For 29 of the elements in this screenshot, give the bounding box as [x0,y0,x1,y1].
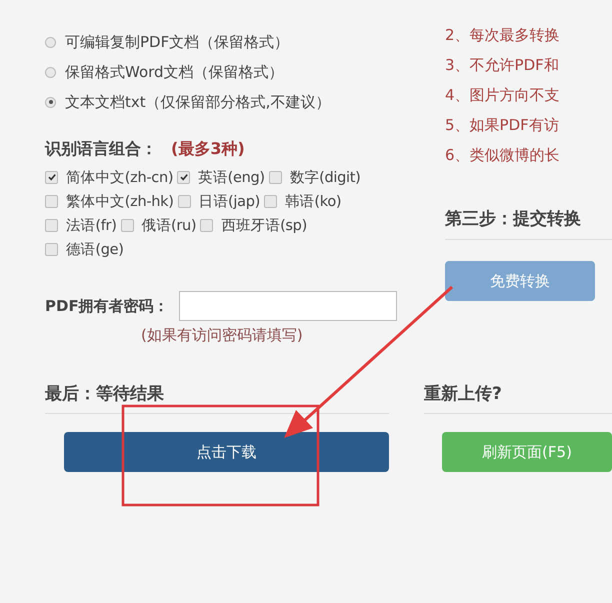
language-checkbox[interactable]: 法语(fr) [45,214,117,236]
radio-option[interactable]: 文本文档txt（仅保留部分格式,不建议） [45,91,400,113]
language-checkbox[interactable]: 英语(eng) [177,166,265,188]
language-checkbox[interactable]: 俄语(ru) [120,214,196,236]
language-checkbox[interactable]: 繁体中文(zh-hk) [45,190,174,212]
language-checkbox[interactable]: 韩语(ko) [264,190,342,212]
check-icon [46,172,56,182]
rule-note: 4、图片方向不支 [445,85,561,106]
rule-note: 6、类似微博的长 [445,145,561,166]
section-heading: 第三步：提交转换 [445,208,582,230]
language-checkbox[interactable]: 简体中文(zh-cn) [45,166,174,188]
language-checkbox[interactable]: 德语(ge) [45,238,124,260]
section-heading: 最后：等待结果 [45,383,165,405]
check-icon [178,172,189,182]
download-button[interactable]: 点击下载 [64,432,389,472]
rule-note: 2、每次最多转换 [445,25,561,46]
password-field[interactable] [178,291,397,321]
radio-option[interactable]: 保留格式Word文档（保留格式） [45,61,400,83]
language-checkbox[interactable]: 数字(digit) [268,166,361,188]
section-heading: 重新上传? [424,383,503,405]
section-heading: 识别语言组合： [45,139,157,160]
limit-note: (最多3种) [171,139,245,160]
language-checkbox[interactable]: 西班牙语(sp) [200,214,307,236]
password-label: PDF拥有者密码： [45,296,169,316]
language-checkbox[interactable]: 日语(jap) [178,190,260,212]
password-hint: (如果有访问密码请填写) [140,326,304,345]
rule-note: 3、不允许PDF和 [445,55,560,76]
radio-option[interactable]: 可编辑复制PDF文档（保留格式） [45,31,400,53]
rule-note: 5、如果PDF有访 [445,115,560,136]
